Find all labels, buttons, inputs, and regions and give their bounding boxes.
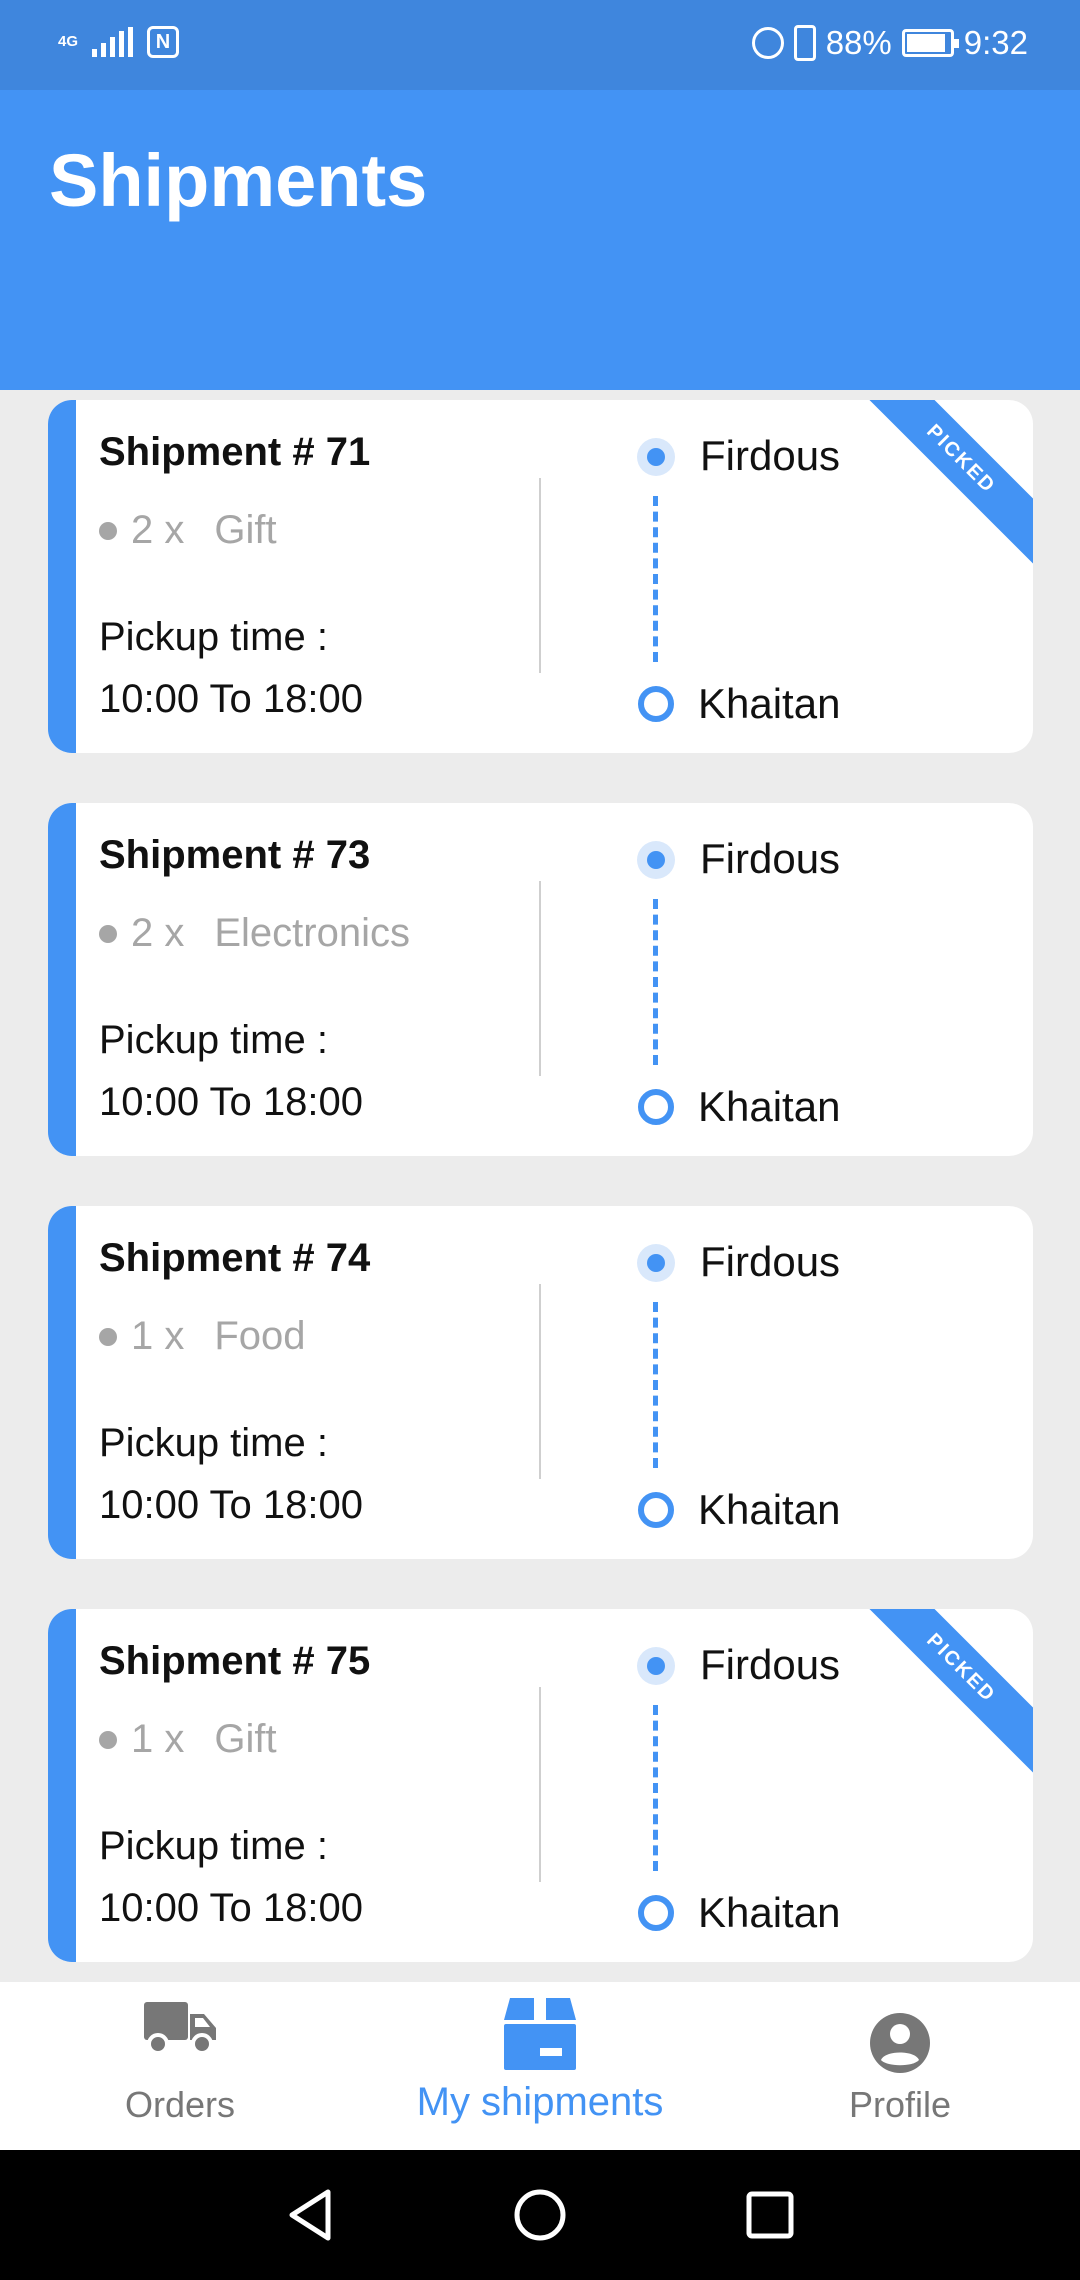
pickup-time: 10:00 To 18:00 <box>99 1886 363 1930</box>
route-line <box>653 496 658 662</box>
origin-name: Firdous <box>700 432 841 479</box>
destination-name: Khaitan <box>698 1486 841 1533</box>
destination-name: Khaitan <box>698 1083 841 1130</box>
divider <box>539 478 541 673</box>
card-accent <box>48 803 76 1156</box>
recents-icon[interactable] <box>740 2150 800 2280</box>
shipment-items: 1 x Gift <box>99 1717 277 1762</box>
bullet-icon <box>99 521 117 540</box>
origin-name: Firdous <box>700 1238 841 1285</box>
shipment-title: Shipment # 73 <box>99 833 371 877</box>
origin-dot-icon <box>637 1647 675 1685</box>
network-type: 4G <box>58 33 79 50</box>
shipment-card[interactable]: Shipment # 75 1 x Gift Pickup time : 10:… <box>48 1609 1033 1962</box>
item-quantity: 1 x <box>131 1717 185 1761</box>
origin-dot-icon <box>637 841 675 879</box>
destination-dot-icon <box>638 1895 674 1931</box>
battery-icon <box>901 29 959 57</box>
network-label: 4G <box>58 33 79 50</box>
page-title: Shipments <box>49 139 428 222</box>
vibrate-icon <box>793 25 816 61</box>
pickup-label: Pickup time : <box>99 1421 328 1465</box>
truck-icon <box>144 2002 216 2055</box>
clock: 9:32 <box>963 24 1028 61</box>
origin-name: Firdous <box>700 1641 841 1688</box>
origin-name: Firdous <box>700 835 841 882</box>
back-icon[interactable] <box>280 2150 340 2280</box>
destination-dot-icon <box>638 1492 674 1528</box>
destination-dot-icon <box>638 686 674 722</box>
item-quantity: 2 x <box>131 911 185 955</box>
status-right: 88% 9:32 <box>751 24 1028 62</box>
home-icon[interactable] <box>510 2150 570 2280</box>
bottom-nav: Orders My shipments Profile <box>0 1982 1080 2150</box>
item-category: Gift <box>214 1717 277 1761</box>
item-category: Electronics <box>214 911 410 955</box>
pickup-label: Pickup time : <box>99 1018 328 1062</box>
shipment-items: 2 x Electronics <box>99 911 410 956</box>
pickup-time: 10:00 To 18:00 <box>99 677 363 721</box>
destination-name: Khaitan <box>698 680 841 727</box>
status-left: 4G N <box>58 26 180 58</box>
bullet-icon <box>99 924 117 943</box>
shipment-items: 2 x Gift <box>99 508 277 553</box>
status-bar: 4G N 88% 9:32 <box>0 0 1080 90</box>
shipment-card[interactable]: Shipment # 74 1 x Food Pickup time : 10:… <box>48 1206 1033 1559</box>
origin-dot-icon <box>637 438 675 476</box>
shipment-card[interactable]: Shipment # 73 2 x Electronics Pickup tim… <box>48 803 1033 1156</box>
pickup-label: Pickup time : <box>99 615 328 659</box>
route-line <box>653 1705 658 1871</box>
card-accent <box>48 1609 76 1962</box>
shipment-items: 1 x Food <box>99 1314 306 1359</box>
pickup-time: 10:00 To 18:00 <box>99 1483 363 1527</box>
item-quantity: 1 x <box>131 1314 185 1358</box>
divider <box>539 1284 541 1479</box>
nav-profile-label: Profile <box>848 2084 952 2125</box>
shipment-title: Shipment # 74 <box>99 1236 371 1280</box>
alarm-icon <box>751 27 784 59</box>
shipment-title: Shipment # 75 <box>99 1639 371 1683</box>
card-accent <box>48 400 76 753</box>
route-line <box>653 1302 658 1468</box>
divider <box>539 1687 541 1882</box>
status-ribbon: PICKED <box>852 400 1033 568</box>
divider <box>539 881 541 1076</box>
status-ribbon: PICKED <box>852 1609 1033 1777</box>
pickup-label: Pickup time : <box>99 1824 328 1868</box>
destination-name: Khaitan <box>698 1889 841 1936</box>
route-line <box>653 899 658 1065</box>
origin-dot-icon <box>637 1244 675 1282</box>
shipment-card[interactable]: Shipment # 71 2 x Gift Pickup time : 10:… <box>48 400 1033 753</box>
nfc-icon: N <box>147 26 180 58</box>
battery-percent: 88% <box>825 24 892 61</box>
destination-dot-icon <box>638 1089 674 1125</box>
pickup-time: 10:00 To 18:00 <box>99 1080 363 1124</box>
nav-profile[interactable]: Profile <box>720 1982 1080 2150</box>
bullet-icon <box>99 1327 117 1346</box>
signal-icon <box>92 27 134 57</box>
nav-orders-label: Orders <box>124 2084 236 2125</box>
item-category: Gift <box>214 508 277 552</box>
card-accent <box>48 1206 76 1559</box>
nav-my-shipments[interactable]: My shipments <box>360 1982 720 2150</box>
shipment-title: Shipment # 71 <box>99 430 371 474</box>
nav-my-shipments-label: My shipments <box>416 2080 664 2124</box>
system-nav-bar <box>0 2150 1080 2280</box>
nav-orders[interactable]: Orders <box>0 1982 360 2150</box>
item-quantity: 2 x <box>131 508 185 552</box>
box-icon <box>504 1998 576 2070</box>
app-bar: Shipments <box>0 90 1080 390</box>
account-icon <box>870 2013 930 2073</box>
bullet-icon <box>99 1730 117 1749</box>
item-category: Food <box>214 1314 306 1358</box>
